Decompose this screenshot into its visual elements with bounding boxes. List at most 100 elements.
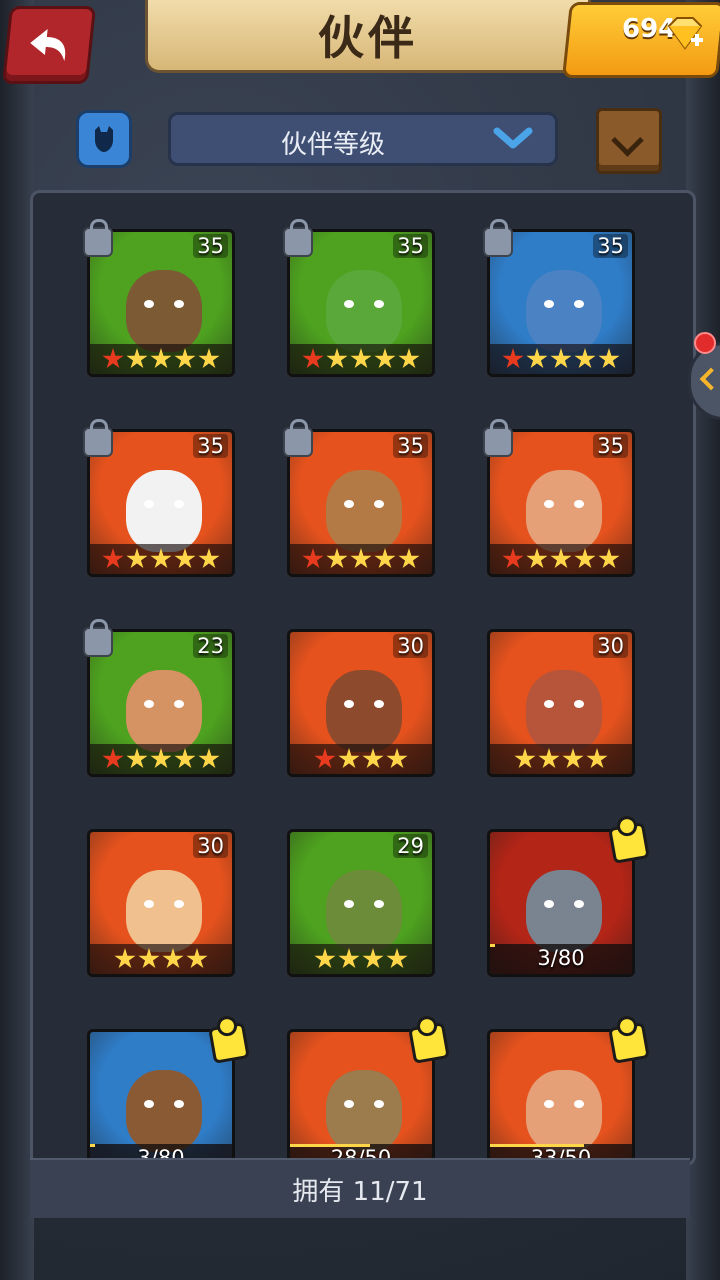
star-icon: [514, 748, 536, 769]
star-icon: [326, 348, 348, 369]
star-icon: [550, 348, 572, 369]
companion-face: [326, 670, 402, 752]
companion-eye: [144, 300, 154, 308]
star-icon: [198, 348, 220, 369]
companion-level: 35: [593, 434, 628, 458]
diamond-plus-icon: [667, 17, 703, 50]
star-icon: [102, 748, 124, 769]
star-rating: [290, 344, 432, 374]
companion-eye: [174, 300, 184, 308]
star-icon: [338, 948, 360, 969]
companion-card[interactable]: 30: [287, 629, 435, 777]
companion-eye: [374, 900, 384, 908]
companion-face: [526, 670, 602, 752]
star-icon: [174, 548, 196, 569]
star-icon: [398, 548, 420, 569]
companion-card[interactable]: 30: [487, 629, 635, 777]
star-rating: [90, 944, 232, 974]
star-icon: [126, 548, 148, 569]
companion-eye: [344, 700, 354, 708]
notification-dot: [694, 332, 716, 354]
star-icon: [326, 548, 348, 569]
star-icon: [550, 548, 572, 569]
star-icon: [586, 748, 608, 769]
star-icon: [186, 948, 208, 969]
companion-face: [326, 1070, 402, 1152]
star-icon: [526, 348, 548, 369]
star-icon: [314, 748, 336, 769]
sort-dropdown[interactable]: 伙伴等级: [168, 112, 558, 166]
companion-level: 29: [393, 834, 428, 858]
companion-eye: [344, 300, 354, 308]
star-icon: [138, 948, 160, 969]
companion-face: [126, 670, 202, 752]
chevron-down-icon: [493, 127, 533, 149]
companion-level: 35: [393, 234, 428, 258]
star-icon: [102, 548, 124, 569]
companion-eye: [144, 1100, 154, 1108]
star-icon: [150, 348, 172, 369]
companion-eye: [174, 900, 184, 908]
filter-icon: [95, 126, 113, 152]
companion-face: [126, 870, 202, 952]
star-rating: [290, 544, 432, 574]
companion-eye: [374, 500, 384, 508]
companion-card[interactable]: 29: [287, 829, 435, 977]
puzzle-piece-icon: [408, 1022, 450, 1064]
back-button[interactable]: [1, 6, 97, 84]
companion-eye: [544, 300, 554, 308]
star-icon: [598, 348, 620, 369]
star-icon: [314, 948, 336, 969]
companion-eye: [174, 700, 184, 708]
companion-level: 35: [393, 434, 428, 458]
star-rating: [490, 544, 632, 574]
companion-level: 35: [193, 434, 228, 458]
companion-eye: [174, 1100, 184, 1108]
companion-eye: [544, 700, 554, 708]
companion-eye: [144, 700, 154, 708]
companion-panel: 35 35 35 35 35 35 23 30 30 30 29 3/80 3/80 28/50 33/50: [30, 190, 696, 1166]
companion-eye: [344, 1100, 354, 1108]
companion-level: 30: [593, 634, 628, 658]
star-icon: [386, 748, 408, 769]
lock-icon: [483, 419, 513, 457]
star-icon: [126, 348, 148, 369]
star-icon: [562, 748, 584, 769]
star-icon: [198, 748, 220, 769]
star-icon: [338, 748, 360, 769]
lock-icon: [83, 619, 113, 657]
companion-card[interactable]: 30: [87, 829, 235, 977]
star-icon: [302, 348, 324, 369]
companion-eye: [544, 500, 554, 508]
fragment-progress-text: 3/80: [537, 946, 585, 970]
star-icon: [302, 548, 324, 569]
companion-level: 35: [593, 234, 628, 258]
star-icon: [598, 548, 620, 569]
companion-eye: [544, 900, 554, 908]
star-rating: [90, 544, 232, 574]
companion-level: 23: [193, 634, 228, 658]
star-icon: [126, 748, 148, 769]
filter-button[interactable]: [76, 110, 132, 168]
back-arrow-icon: [30, 29, 66, 61]
companion-face: [526, 870, 602, 952]
star-icon: [398, 348, 420, 369]
star-icon: [574, 348, 596, 369]
companion-eye: [574, 700, 584, 708]
companion-eye: [374, 300, 384, 308]
star-icon: [374, 548, 396, 569]
book-button[interactable]: [596, 108, 662, 174]
puzzle-piece-icon: [208, 1022, 250, 1064]
star-icon: [114, 948, 136, 969]
companion-level: 30: [193, 834, 228, 858]
companion-level: 35: [193, 234, 228, 258]
lock-icon: [283, 219, 313, 257]
companion-face: [126, 1070, 202, 1152]
star-icon: [198, 548, 220, 569]
star-rating: [290, 744, 432, 774]
companion-eye: [574, 1100, 584, 1108]
fragment-progress-bar: 3/80: [490, 944, 632, 974]
companion-eye: [174, 500, 184, 508]
owned-count: 拥有 11/71: [292, 1176, 428, 1207]
star-rating: [90, 744, 232, 774]
